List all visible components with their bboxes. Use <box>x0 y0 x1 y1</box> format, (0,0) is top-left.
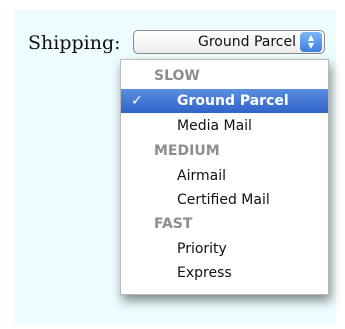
menu-item-label: Priority <box>177 241 227 257</box>
menu-item-label: Ground Parcel <box>177 93 289 109</box>
menu-item-label: Airmail <box>177 168 226 184</box>
shipping-select[interactable]: Ground Parcel ▲ ▼ <box>133 30 325 54</box>
menu-item-label: Media Mail <box>177 118 252 134</box>
popup-arrows-icon: ▲ ▼ <box>300 32 322 52</box>
menu-item-label: Certified Mail <box>177 192 270 208</box>
menu-item-media-mail[interactable]: Media Mail <box>121 114 328 138</box>
menu-item-ground-parcel[interactable]: ✓ Ground Parcel <box>121 89 328 113</box>
shipping-label: Shipping: <box>28 32 121 54</box>
shipping-dropdown-menu: SLOW ✓ Ground Parcel Media Mail MEDIUM A… <box>120 59 329 295</box>
checkmark-icon: ✓ <box>131 93 143 109</box>
shipping-select-value: Ground Parcel <box>198 34 296 50</box>
menu-group-medium: MEDIUM <box>154 143 220 159</box>
menu-item-express[interactable]: Express <box>121 261 328 285</box>
menu-group-slow: SLOW <box>154 68 200 84</box>
menu-item-certified-mail[interactable]: Certified Mail <box>121 188 328 212</box>
chevron-down-icon: ▼ <box>307 41 315 50</box>
menu-item-priority[interactable]: Priority <box>121 237 328 261</box>
menu-item-airmail[interactable]: Airmail <box>121 164 328 188</box>
menu-item-label: Express <box>177 265 232 281</box>
menu-group-fast: FAST <box>154 216 193 232</box>
